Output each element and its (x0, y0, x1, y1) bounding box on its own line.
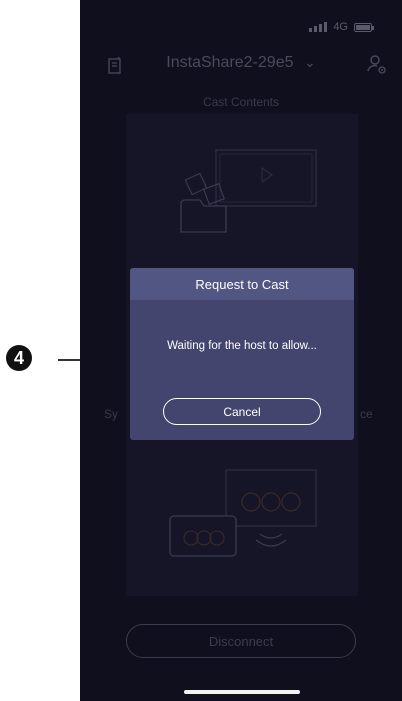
status-bar: 4G (80, 0, 402, 40)
disconnect-button[interactable]: Disconnect (126, 624, 356, 658)
cancel-button[interactable]: Cancel (163, 398, 321, 425)
phone-screen: 4G InstaShare2-29e5 ⌄ Cast Contents Sy c… (80, 0, 402, 701)
chevron-down-icon: ⌄ (303, 54, 316, 70)
device-name: InstaShare2-29e5 (166, 54, 294, 71)
sync-label-left: Sy (104, 407, 119, 421)
dialog-message: Waiting for the host to allow... (167, 340, 317, 352)
section-title: Cast Contents (202, 95, 280, 109)
callout-number-badge: 4 (6, 345, 32, 371)
sync-label-right: ce (360, 407, 373, 421)
user-settings-icon[interactable] (366, 53, 388, 75)
device-selector[interactable]: InstaShare2-29e5 ⌄ (80, 54, 402, 72)
top-bar: InstaShare2-29e5 ⌄ (80, 50, 402, 80)
home-indicator[interactable] (184, 690, 300, 694)
dialog-title: Request to Cast (130, 268, 354, 300)
request-to-cast-dialog: Request to Cast Waiting for the host to … (130, 268, 354, 440)
status-indicators: 4G (309, 21, 374, 33)
network-label: 4G (333, 21, 348, 33)
signal-icon (309, 22, 328, 32)
battery-icon (354, 22, 374, 32)
